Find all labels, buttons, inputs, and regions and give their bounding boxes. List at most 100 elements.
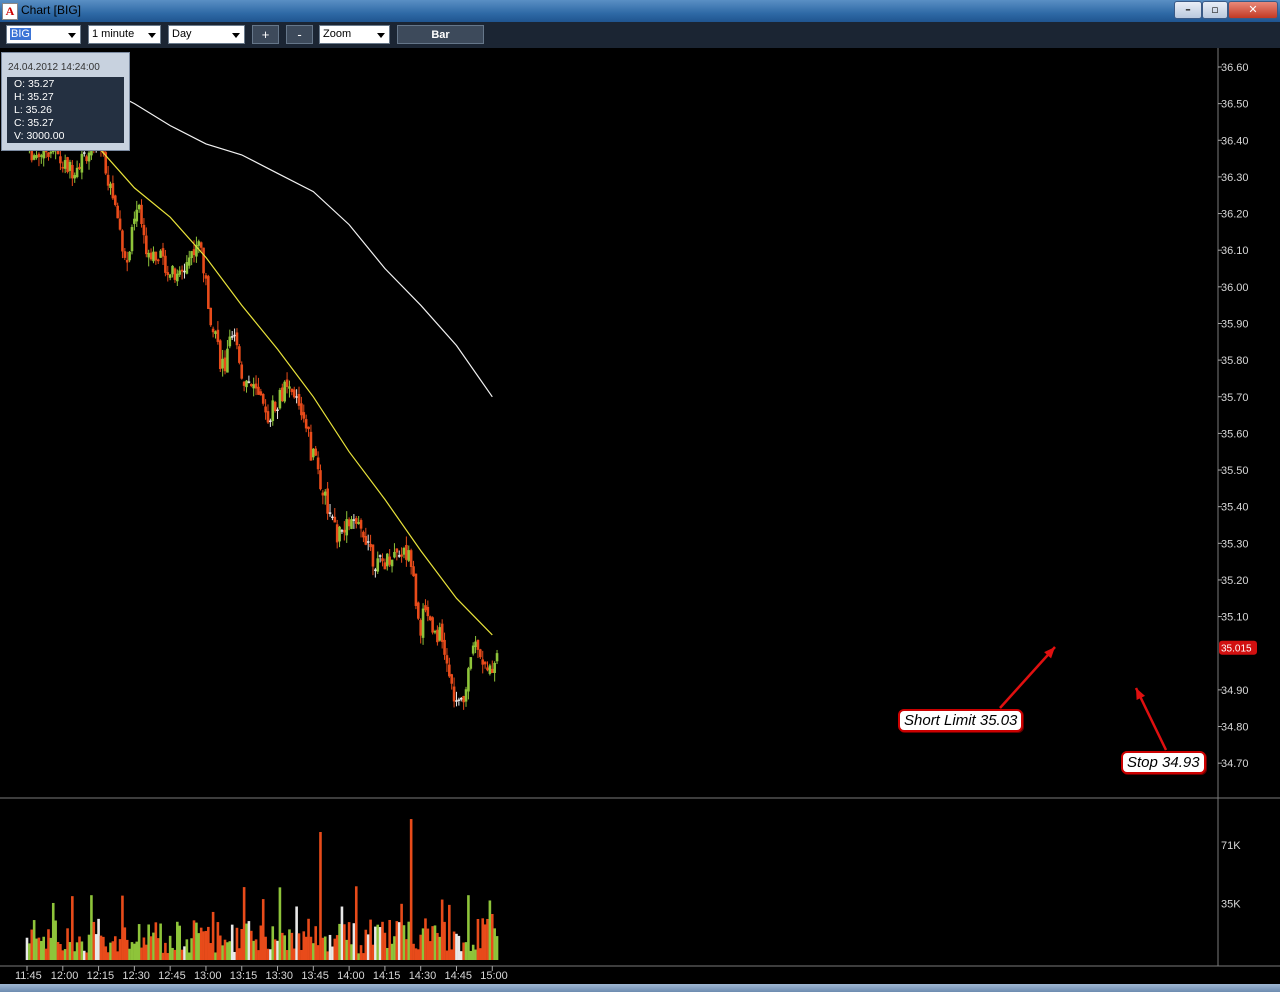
volume-bar <box>469 950 473 960</box>
candle-body <box>486 667 489 671</box>
volume-bar <box>276 940 279 960</box>
volume-bar <box>145 944 148 960</box>
volume-bar <box>102 936 105 960</box>
volume-bar <box>483 924 487 960</box>
volume-bar <box>343 924 346 960</box>
info-high: H: 35.27 <box>14 91 54 103</box>
candle-body <box>338 526 341 542</box>
volume-bar <box>159 923 162 960</box>
volume-bar <box>249 930 253 960</box>
volume-bar <box>230 924 234 960</box>
volume-bar <box>312 943 315 960</box>
volume-bar <box>252 940 255 960</box>
candle-body <box>106 174 110 186</box>
candle-body <box>269 420 272 423</box>
candle-body <box>147 252 150 258</box>
info-open: O: 35.27 <box>14 78 55 90</box>
minimize-button[interactable]: – <box>1174 1 1202 19</box>
zoom-mode-select[interactable]: Zoom <box>319 25 390 44</box>
volume-bar <box>78 936 81 960</box>
last-price-label: 35.015 <box>1221 644 1252 655</box>
candle-body <box>245 380 248 388</box>
candle-body <box>273 401 277 411</box>
zoom-in-button[interactable]: + <box>252 25 279 44</box>
candle-body <box>247 381 251 383</box>
candle-body <box>59 156 62 164</box>
candle-body <box>197 241 201 246</box>
volume-bar <box>261 899 265 960</box>
candle-body <box>133 218 136 224</box>
volume-bar <box>147 924 150 960</box>
volume-bar <box>123 927 127 960</box>
candle-body <box>185 262 189 274</box>
volume-bar <box>479 948 482 960</box>
zoom-out-button[interactable]: - <box>286 25 313 44</box>
candle-body <box>290 388 294 393</box>
volume-bar <box>116 951 119 960</box>
volume-bar <box>328 934 332 960</box>
candle-body <box>68 161 72 171</box>
volume-bar <box>307 918 310 960</box>
candle-body <box>249 383 253 387</box>
volume-bar <box>106 952 110 960</box>
candle-body <box>221 358 224 369</box>
symbol-select[interactable]: BIG <box>6 25 81 44</box>
info-datetime: 24.04.2012 14:24:00 <box>8 62 100 73</box>
volume-bar <box>190 938 193 960</box>
price-tick-label: 35.60 <box>1221 428 1249 440</box>
price-tick-label: 36.20 <box>1221 209 1249 221</box>
volume-bar <box>28 943 31 960</box>
price-tick-label: 36.30 <box>1221 172 1249 184</box>
volume-bar <box>374 926 377 960</box>
candle-body <box>233 334 236 337</box>
time-tick-label: 15:00 <box>480 970 508 982</box>
volume-bar <box>80 941 84 960</box>
interval-select[interactable]: 1 minute <box>88 25 161 44</box>
candle-body <box>455 700 458 702</box>
range-select[interactable]: Day <box>168 25 245 44</box>
price-tick-label: 35.70 <box>1221 392 1249 404</box>
candle-body <box>292 389 296 398</box>
candle-body <box>228 336 232 347</box>
volume-bar <box>154 922 158 960</box>
volume-bar <box>254 939 258 960</box>
candle-body <box>121 230 124 252</box>
volume-bar <box>378 927 382 960</box>
candle-body <box>173 268 177 280</box>
stop-callout[interactable]: Stop 34.93 <box>1121 751 1206 774</box>
volume-bar <box>450 949 454 960</box>
volume-bar <box>278 887 282 960</box>
candle-body <box>371 544 375 567</box>
candle-body <box>199 242 203 248</box>
candle-body <box>374 569 377 571</box>
volume-bar <box>221 945 224 960</box>
chart-type-button[interactable]: Bar <box>397 25 484 44</box>
candle-body <box>402 548 406 555</box>
price-chart[interactable]: 36.60 36.50 36.40 36.30 36.20 36.10 36.00 35.90… <box>0 48 1280 992</box>
time-tick-label: 12:00 <box>51 970 79 982</box>
chevron-down-icon <box>377 33 385 38</box>
volume-bar <box>326 951 329 960</box>
short-limit-callout[interactable]: Short Limit 35.03 <box>898 709 1024 732</box>
chevron-down-icon <box>232 33 240 38</box>
volume-bar <box>412 943 415 960</box>
volume-bar <box>323 936 327 960</box>
candle-body <box>412 566 415 577</box>
price-tick-label: 36.50 <box>1221 99 1249 111</box>
price-tick-label: 35.50 <box>1221 465 1249 477</box>
volume-bar <box>199 927 203 960</box>
candle-body <box>428 616 432 621</box>
close-button[interactable]: ✕ <box>1228 1 1278 19</box>
candle-body <box>168 274 172 278</box>
candle-body <box>345 519 349 536</box>
symbol-value: BIG <box>10 28 31 40</box>
volume-bar <box>433 925 437 960</box>
candle-body <box>128 251 131 261</box>
volume-bar <box>166 953 170 960</box>
volume-bar <box>183 946 186 960</box>
maximize-button[interactable]: ▫ <box>1202 1 1228 19</box>
candle-body <box>331 516 334 519</box>
volume-bar <box>130 942 134 960</box>
ohlc-info-panel: 24.04.2012 14:24:00 O: 35.27 H: 35.27 L:… <box>1 52 130 151</box>
candle-body <box>61 166 65 169</box>
